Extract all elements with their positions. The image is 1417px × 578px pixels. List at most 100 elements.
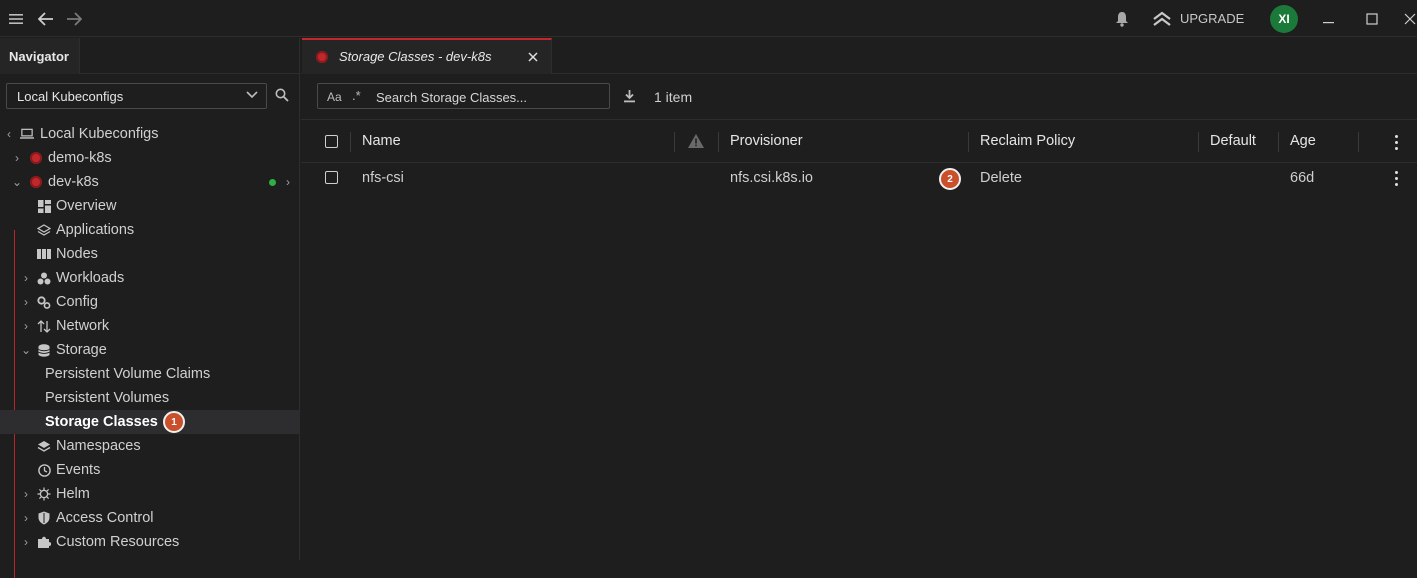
sidebar-item-persistent-volumes[interactable]: Persistent Volumes (0, 386, 300, 410)
tab-title: Storage Classes - dev-k8s (339, 49, 492, 64)
row-checkbox[interactable] (325, 171, 338, 184)
column-header-age[interactable]: Age (1290, 133, 1316, 149)
cell-reclaim-policy: Delete (980, 170, 1022, 186)
navigator-tab[interactable]: Navigator (0, 38, 80, 74)
sidebar-item-custom-resources[interactable]: › Custom Resources (0, 530, 300, 554)
layers-icon (37, 223, 51, 237)
tree-cluster-dev-k8s[interactable]: ⌄ dev-k8s › (0, 170, 300, 194)
column-menu-icon[interactable] (1394, 135, 1398, 150)
sidebar-item-helm[interactable]: › Helm (0, 482, 300, 506)
tree-root-local-kubeconfigs[interactable]: ‹ Local Kubeconfigs (0, 122, 300, 146)
minimize-icon[interactable] (1318, 0, 1340, 37)
sidebar-item-workloads[interactable]: › Workloads (0, 266, 300, 290)
layers-icon (37, 439, 51, 453)
chevron-down-icon[interactable]: ⌄ (11, 175, 23, 189)
kubernetes-icon (316, 51, 328, 63)
column-header-default[interactable]: Default (1210, 133, 1256, 149)
sidebar-item-overview[interactable]: Overview (0, 194, 300, 218)
sidebar-item-events[interactable]: Events (0, 458, 300, 482)
up-down-arrows-icon (37, 319, 51, 333)
sidebar-item-applications[interactable]: Applications (0, 218, 300, 242)
main-panel: Storage Classes - dev-k8s Aa .* Search S… (301, 38, 1417, 560)
sidebar-item-label: Workloads (56, 270, 125, 286)
bell-icon[interactable] (1111, 0, 1133, 37)
laptop-icon (20, 127, 34, 141)
nodes-icon (37, 247, 51, 261)
avatar[interactable]: XI (1270, 5, 1298, 33)
chevron-right-icon[interactable]: › (20, 535, 32, 549)
regex-toggle[interactable]: .* (352, 88, 361, 103)
item-count: 1 item (654, 89, 693, 105)
download-icon[interactable] (623, 89, 636, 106)
sidebar-item-label: Persistent Volumes (45, 390, 170, 406)
sidebar-item-nodes[interactable]: Nodes (0, 242, 300, 266)
column-separator (350, 132, 351, 152)
sidebar-item-namespaces[interactable]: Namespaces (0, 434, 300, 458)
cell-age: 66d (1290, 170, 1315, 186)
chevron-right-icon[interactable]: › (282, 175, 294, 189)
column-header-reclaim-policy[interactable]: Reclaim Policy (980, 133, 1075, 149)
column-separator (968, 132, 969, 152)
back-arrow-icon[interactable] (35, 0, 57, 37)
chevron-right-icon[interactable]: › (20, 295, 32, 309)
search-placeholder: Search Storage Classes... (376, 90, 528, 105)
navigator-panel: Navigator Local Kubeconfigs ‹ Local Kube… (0, 38, 300, 578)
navigator-tree: ‹ Local Kubeconfigs › demo-k8s ⌄ dev-k8s… (0, 122, 300, 554)
chevron-right-icon[interactable]: › (11, 151, 23, 165)
step-badge-2: 2 (939, 168, 961, 190)
cluster-label: demo-k8s (48, 150, 112, 166)
column-header-provisioner[interactable]: Provisioner (730, 133, 803, 149)
cell-name[interactable]: nfs-csi (362, 170, 404, 186)
sidebar-item-storage[interactable]: ⌄ Storage (0, 338, 300, 362)
cell-provisioner: nfs.csi.k8s.io (730, 170, 813, 186)
search-icon[interactable] (275, 88, 289, 105)
sidebar-item-network[interactable]: › Network (0, 314, 300, 338)
forward-arrow-icon[interactable] (63, 0, 85, 37)
maximize-icon[interactable] (1361, 0, 1383, 37)
hamburger-menu-icon[interactable] (6, 0, 26, 37)
search-input[interactable]: Aa .* Search Storage Classes... (317, 83, 610, 109)
shield-icon (37, 511, 51, 525)
gears-icon (37, 295, 51, 309)
step-badge-1: 1 (163, 411, 185, 433)
column-header-name[interactable]: Name (362, 133, 401, 149)
sidebar-item-label: Overview (56, 198, 117, 214)
chevron-left-icon[interactable]: ‹ (3, 127, 15, 141)
database-icon (37, 343, 51, 357)
chevron-right-icon[interactable]: › (20, 487, 32, 501)
match-case-toggle[interactable]: Aa (327, 90, 342, 104)
chevron-right-icon[interactable]: › (20, 511, 32, 525)
chevron-down-icon[interactable]: ⌄ (20, 343, 32, 357)
column-separator (1198, 132, 1199, 152)
column-separator (1358, 132, 1359, 152)
kubernetes-icon (29, 151, 43, 165)
sidebar-item-label: Custom Resources (56, 534, 180, 550)
dashboard-icon (37, 199, 51, 213)
chevron-right-icon[interactable]: › (20, 319, 32, 333)
helm-wheel-icon (37, 487, 51, 501)
row-menu-icon[interactable] (1394, 171, 1398, 186)
select-all-checkbox[interactable] (325, 135, 338, 148)
tab-storage-classes[interactable]: Storage Classes - dev-k8s (302, 38, 552, 74)
sidebar-item-config[interactable]: › Config (0, 290, 300, 314)
upgrade-chevrons-icon (1153, 11, 1171, 26)
sidebar-item-label: Config (56, 294, 98, 310)
upgrade-label: UPGRADE (1180, 11, 1245, 26)
sidebar-item-label: Storage (56, 342, 107, 358)
close-window-icon[interactable] (1404, 0, 1417, 37)
sidebar-item-access-control[interactable]: › Access Control (0, 506, 300, 530)
chevron-right-icon[interactable]: › (20, 271, 32, 285)
close-icon[interactable] (528, 49, 538, 65)
sidebar-item-storage-classes[interactable]: Storage Classes 1 (0, 410, 300, 434)
kubernetes-icon (29, 175, 43, 189)
column-separator (1278, 132, 1279, 152)
kubeconfig-select[interactable]: Local Kubeconfigs (6, 83, 267, 109)
table-row[interactable]: nfs-csi nfs.csi.k8s.io 2 Delete 66d (301, 163, 1417, 193)
chevron-down-icon (246, 87, 258, 103)
sidebar-item-persistent-volume-claims[interactable]: Persistent Volume Claims (0, 362, 300, 386)
warning-icon (687, 133, 705, 152)
sidebar-item-label: Nodes (56, 246, 98, 262)
tree-cluster-demo-k8s[interactable]: › demo-k8s (0, 146, 300, 170)
upgrade-button[interactable]: UPGRADE (1152, 0, 1244, 37)
title-bar: UPGRADE XI (0, 0, 1417, 37)
